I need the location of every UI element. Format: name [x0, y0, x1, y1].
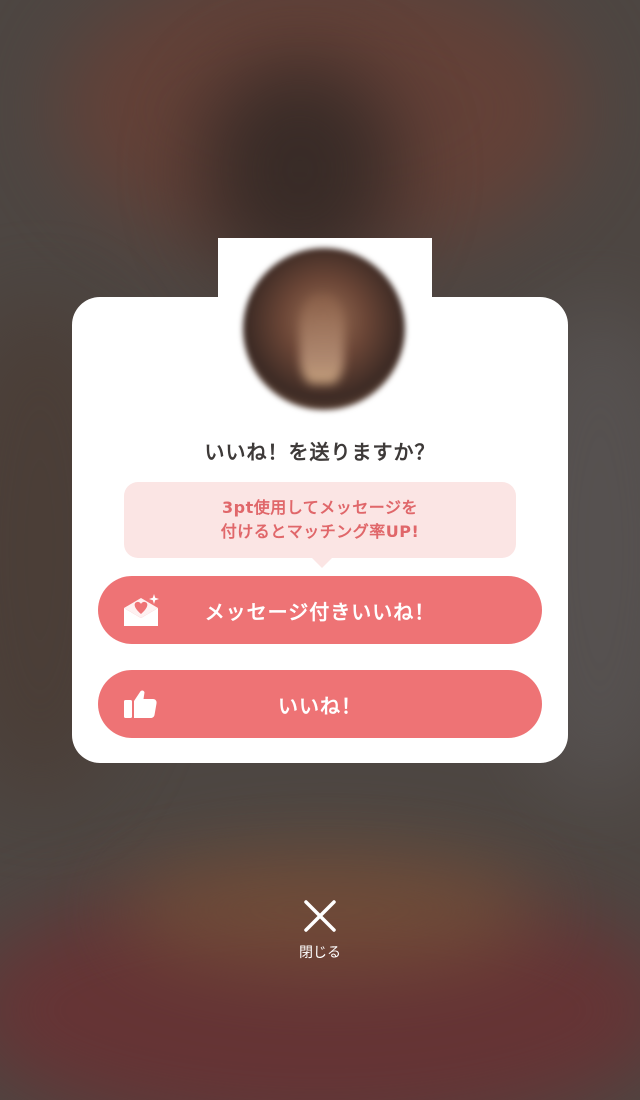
tooltip-line-2: 付けるとマッチング率UP!	[220, 522, 420, 541]
tooltip-line-1: 3pt使用してメッセージを	[222, 498, 418, 517]
thumbs-up-icon	[124, 690, 157, 718]
message-like-button-label: メッセージ付きいいね！	[204, 599, 436, 624]
dialog-title: いいね！を送りますか？	[204, 440, 436, 464]
message-like-button[interactable]: メッセージ付きいいね！	[98, 576, 542, 644]
like-button-label: いいね！	[278, 693, 362, 718]
close-label: 閉じる	[299, 945, 341, 961]
like-button[interactable]: いいね！	[98, 670, 542, 738]
avatar-photo-detail	[300, 296, 344, 384]
close-button[interactable]: 閉じる	[280, 898, 360, 968]
envelope-heart-icon	[124, 594, 159, 626]
message-promo-tooltip: 3pt使用してメッセージを 付けるとマッチング率UP!	[124, 482, 516, 568]
close-icon	[304, 900, 336, 932]
